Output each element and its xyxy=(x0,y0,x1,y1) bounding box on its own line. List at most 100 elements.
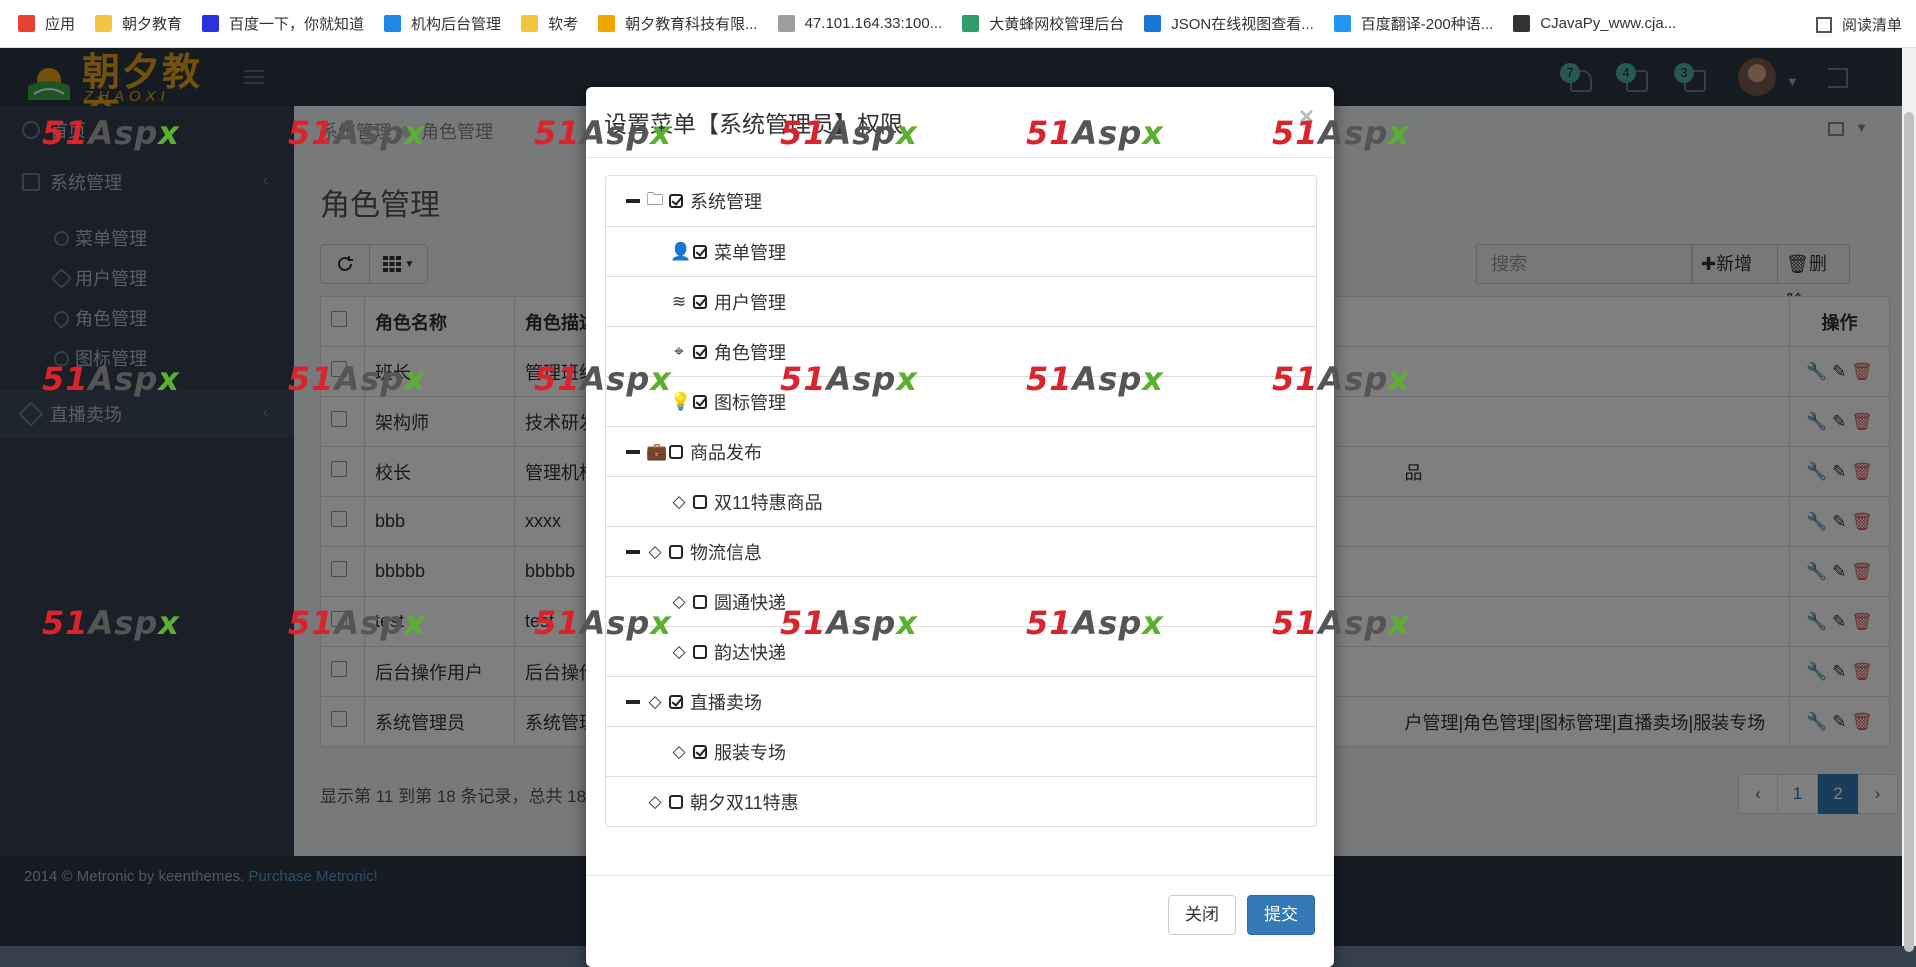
tree-node[interactable]: ◇ 韵达快递 xyxy=(606,626,1316,676)
bookmark-item[interactable]: 百度一下，你就知道 xyxy=(202,13,364,34)
bookmark-item[interactable]: 大黄蜂网校管理后台 xyxy=(962,13,1124,34)
folder-icon xyxy=(95,15,113,32)
cjavapy-icon xyxy=(1513,15,1531,32)
bookmark-item[interactable]: 朝夕教育 xyxy=(95,13,182,34)
bookmark-item[interactable]: JSON在线视图查看... xyxy=(1144,13,1314,34)
bookmark-label: 大黄蜂网校管理后台 xyxy=(989,16,1125,33)
baidu-paw-icon xyxy=(202,15,220,32)
bookmark-label: 百度一下，你就知道 xyxy=(229,16,365,33)
bookmark-item[interactable]: 应用 xyxy=(18,13,75,34)
tree-node-label: 韵达快递 xyxy=(714,642,786,663)
tree-node[interactable]: 👤 菜单管理 xyxy=(606,226,1316,276)
user-icon: 👤 xyxy=(670,241,692,261)
tree-node-label: 物流信息 xyxy=(690,542,762,563)
tree-node-label: 系统管理 xyxy=(690,192,762,212)
close-button[interactable]: 关闭 xyxy=(1168,895,1236,935)
bookmark-label: JSON在线视图查看... xyxy=(1171,16,1314,33)
collapse-icon[interactable] xyxy=(626,549,640,554)
tree-node-label: 商品发布 xyxy=(690,442,762,463)
tree-node[interactable]: ◇ 朝夕双11特惠 xyxy=(606,776,1316,826)
reading-list-label: 阅读清单 xyxy=(1841,17,1902,34)
checked-box-icon[interactable] xyxy=(693,294,707,309)
divider xyxy=(586,157,1334,158)
reading-list-icon xyxy=(1815,16,1832,33)
permission-tree: 🗀 系统管理 👤 菜单管理 ≋ 用户管理 ⌖ 角色管理 💡 图标管理 💼 商品发布 ◇ 双11特惠商品 ◇ 物… xyxy=(605,175,1317,827)
tree-node[interactable]: ≋ 用户管理 xyxy=(606,276,1316,326)
bookmark-item[interactable]: 百度翻译-200种语... xyxy=(1333,13,1494,34)
page-scrollbar[interactable] xyxy=(1902,48,1916,952)
bookmarks-bar: 应用 朝夕教育 百度一下，你就知道 机构后台管理 软考 朝夕教育科技有限... 47.101… xyxy=(0,0,1916,48)
collapse-icon[interactable] xyxy=(626,199,640,203)
diamond-icon: ◇ xyxy=(648,791,662,811)
bulb-icon: 💡 xyxy=(670,391,692,411)
checked-box-icon[interactable] xyxy=(669,194,683,208)
bookmark-label: CJavaPy_www.cja... xyxy=(1540,15,1677,32)
diamond-icon: ◇ xyxy=(672,491,686,511)
diamond-icon: ◇ xyxy=(672,591,686,611)
checked-box-icon[interactable] xyxy=(693,344,707,359)
diamond-icon: ◇ xyxy=(648,541,662,561)
checked-box-icon[interactable] xyxy=(693,244,707,259)
bookmark-label: 百度翻译-200种语... xyxy=(1360,16,1494,33)
bookmark-label: 机构后台管理 xyxy=(411,16,502,33)
translate-icon xyxy=(1333,15,1351,32)
tree-node-label: 图标管理 xyxy=(714,392,786,413)
diamond-icon: ◇ xyxy=(648,691,662,711)
unchecked-box-icon[interactable] xyxy=(693,644,707,659)
permission-dialog: 设置菜单【系统管理员】权限 × 🗀 系统管理 👤 菜单管理 ≋ 用户管理 ⌖ 角色管理 💡 图标管… xyxy=(586,87,1334,967)
tree-node[interactable]: 🗀 系统管理 xyxy=(606,176,1316,226)
unchecked-box-icon[interactable] xyxy=(693,594,707,609)
folder-icon: 🗀 xyxy=(646,189,664,209)
map-pin-icon: ⌖ xyxy=(674,341,684,361)
checked-box-icon[interactable] xyxy=(693,394,707,409)
tree-node[interactable]: ⌖ 角色管理 xyxy=(606,326,1316,376)
diamond-icon xyxy=(384,15,402,32)
bee-icon xyxy=(962,15,980,32)
tree-node-label: 菜单管理 xyxy=(714,242,786,263)
bookmark-item[interactable]: 朝夕教育科技有限... xyxy=(598,13,758,34)
unchecked-box-icon[interactable] xyxy=(693,494,707,509)
bookmark-label: 朝夕教育科技有限... xyxy=(625,16,758,33)
tree-node[interactable]: ◇ 圆通快递 xyxy=(606,576,1316,626)
bookmark-item[interactable]: 软考 xyxy=(521,13,578,34)
tree-node[interactable]: ◇ 服装专场 xyxy=(606,726,1316,776)
checked-box-icon[interactable] xyxy=(693,744,707,759)
tree-node[interactable]: ◇ 物流信息 xyxy=(606,526,1316,576)
unchecked-box-icon[interactable] xyxy=(669,444,683,459)
page-icon xyxy=(777,15,795,32)
bookmark-item[interactable]: 47.101.164.33:100... xyxy=(777,15,943,32)
checked-box-icon[interactable] xyxy=(669,694,683,709)
tree-node-label: 角色管理 xyxy=(714,342,786,363)
tree-node-label: 服装专场 xyxy=(714,742,786,763)
unchecked-box-icon[interactable] xyxy=(669,544,683,559)
tree-node[interactable]: ◇ 直播卖场 xyxy=(606,676,1316,726)
unchecked-box-icon[interactable] xyxy=(669,794,683,809)
diamond-icon: ◇ xyxy=(672,641,686,661)
submit-button[interactable]: 提交 xyxy=(1247,895,1315,935)
tree-node-label: 用户管理 xyxy=(714,292,786,313)
bookmark-item[interactable]: 机构后台管理 xyxy=(384,13,501,34)
bookmark-label: 47.101.164.33:100... xyxy=(804,15,943,32)
tree-node[interactable]: 💼 商品发布 xyxy=(606,426,1316,476)
layers-icon: ≋ xyxy=(671,291,687,311)
tree-node[interactable]: ◇ 双11特惠商品 xyxy=(606,476,1316,526)
collapse-icon[interactable] xyxy=(626,449,640,454)
close-icon[interactable]: × xyxy=(1299,101,1314,132)
reading-list-button[interactable]: 阅读清单 xyxy=(1815,14,1902,35)
bookmark-label: 应用 xyxy=(45,16,76,33)
tree-node-label: 双11特惠商品 xyxy=(714,492,823,513)
tree-node-label: 朝夕双11特惠 xyxy=(690,792,799,813)
dialog-title: 设置菜单【系统管理员】权限 xyxy=(604,111,903,137)
bookmark-item[interactable]: CJavaPy_www.cja... xyxy=(1513,15,1676,32)
briefcase-icon: 💼 xyxy=(646,441,668,461)
divider xyxy=(586,875,1334,876)
collapse-icon[interactable] xyxy=(626,699,640,704)
apps-grid-icon xyxy=(18,15,35,32)
bulb-icon xyxy=(598,15,616,32)
scrollbar-thumb[interactable] xyxy=(1904,112,1914,952)
json-b-icon xyxy=(1144,15,1162,32)
tree-node[interactable]: 💡 图标管理 xyxy=(606,376,1316,426)
bookmark-label: 朝夕教育 xyxy=(122,16,183,33)
tree-node-label: 圆通快递 xyxy=(714,592,786,613)
diamond-icon: ◇ xyxy=(672,741,686,761)
